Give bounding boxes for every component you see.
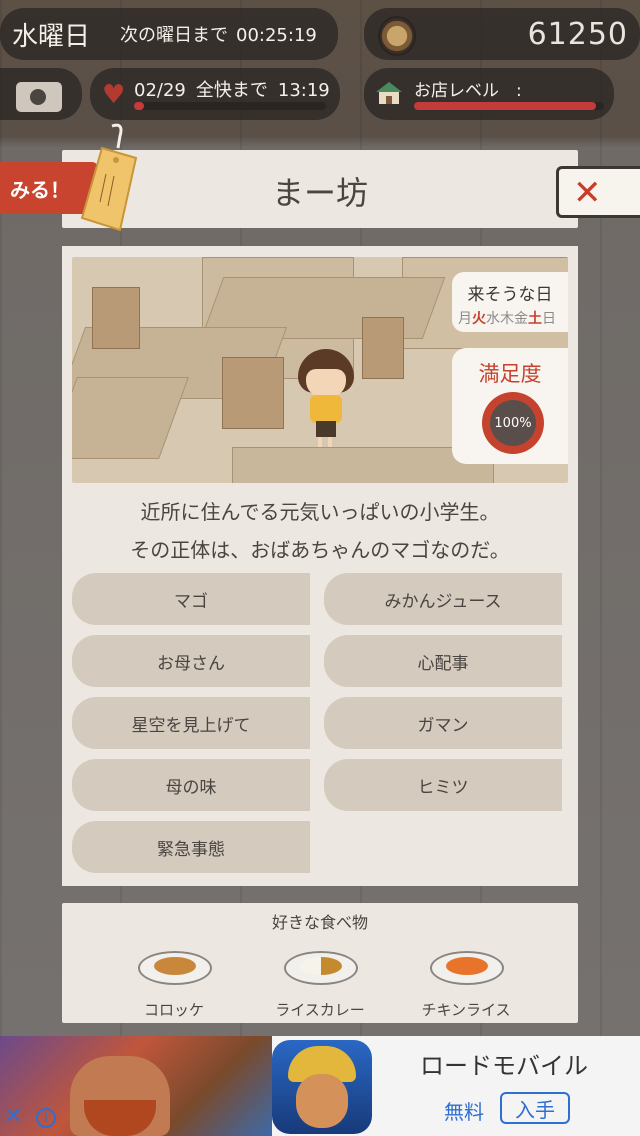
day-display: 水曜日 次の曜日まで 00:25:19 [0, 8, 338, 60]
stamina-text: 02/29 全快まで 13:19 [134, 76, 330, 102]
likely-days-box: 来そうな日 月火水木金土日 [452, 272, 568, 332]
next-day-countdown: 次の曜日まで 00:25:19 [112, 21, 317, 47]
weekday-6: 日 [542, 311, 556, 327]
next-day-label: 次の曜日まで [120, 25, 228, 46]
favorite-food-card: 好きな食べ物 コロッケ ライスカレー チキンライス [62, 903, 578, 1023]
satisfaction-title: 満足度 [478, 362, 542, 386]
character-face [306, 369, 346, 397]
satisfaction-box: 満足度 100% [452, 348, 568, 464]
episode-button[interactable]: ヒミツ [324, 759, 562, 811]
coin-value: 61250 [527, 16, 628, 52]
stamina-bar-fill [134, 102, 144, 110]
episode-button[interactable]: 母の味 [72, 759, 310, 811]
coin-counter: 61250 [364, 8, 640, 60]
heart-icon: ♥ [102, 80, 126, 110]
ad-title: ロードモバイル [420, 1052, 588, 1080]
shop-level-bar [414, 102, 604, 110]
next-day-time: 00:25:19 [236, 25, 317, 46]
description-line-1: 近所に住んでる元気いっぱいの小学生。 [140, 500, 500, 524]
current-day: 水曜日 [12, 21, 91, 52]
food-label: ライスカレー [275, 1001, 365, 1019]
curry-rice-dish-icon [284, 951, 358, 985]
stamina-bar [134, 102, 326, 110]
shop-level-display: お店レベル : [364, 68, 614, 120]
likely-days-title: 来そうな日 [467, 285, 553, 305]
stamina-display: ♥ 02/29 全快まで 13:19 [90, 68, 340, 120]
episode-button[interactable]: マゴ [72, 573, 310, 625]
satisfaction-gauge: 100% [482, 392, 544, 454]
episode-button[interactable]: ガマン [324, 697, 562, 749]
paper-tag-icon [80, 123, 138, 232]
episode-button[interactable]: みかんジュース [324, 573, 562, 625]
ad-info-icon[interactable]: i [36, 1108, 56, 1128]
weekday-5: 土 [528, 311, 542, 327]
episode-button[interactable]: 心配事 [324, 635, 562, 687]
ad-install-button[interactable]: 入手 [500, 1092, 570, 1124]
close-button[interactable]: ✕ [556, 166, 640, 218]
description-line-2: その正体は、おばあちゃんのマゴなのだ。 [130, 538, 510, 562]
ad-banner[interactable]: ロードモバイル 無料 入手 [0, 1036, 640, 1136]
ad-app-icon [272, 1040, 372, 1134]
favorite-food-title: 好きな食べ物 [271, 913, 368, 932]
chicken-rice-dish-icon [430, 951, 504, 985]
episode-button[interactable]: 緊急事態 [72, 821, 310, 873]
stamina-date: 02/29 [134, 80, 186, 101]
ad-close-icon[interactable]: ✕ [4, 1104, 22, 1129]
episode-button[interactable]: お母さん [72, 635, 310, 687]
weekday-4: 金 [514, 311, 528, 327]
coin-icon [378, 16, 416, 56]
camera-button[interactable] [0, 68, 82, 120]
stamina-time: 13:19 [277, 80, 330, 101]
weekday-1: 火 [472, 311, 486, 327]
shop-level-label: お店レベル : [414, 81, 522, 101]
food-label: チキンライス [421, 1001, 511, 1019]
shop-icon [376, 82, 402, 104]
character-shirt [310, 395, 342, 423]
weekday-0: 月 [458, 311, 472, 327]
weekday-2: 水 [486, 311, 500, 327]
close-icon: ✕ [573, 173, 602, 213]
food-label: コロッケ [143, 1001, 204, 1019]
likely-days-list: 月火水木金土日 [458, 308, 556, 328]
stamina-label: 全快まで [195, 80, 268, 101]
ad-free-label: 無料 [444, 1100, 484, 1124]
satisfaction-value: 100% [490, 400, 536, 446]
weekday-3: 木 [500, 311, 514, 327]
croquette-dish-icon [138, 951, 212, 985]
episode-button[interactable]: 星空を見上げて [72, 697, 310, 749]
shop-level-bar-fill [414, 102, 597, 110]
